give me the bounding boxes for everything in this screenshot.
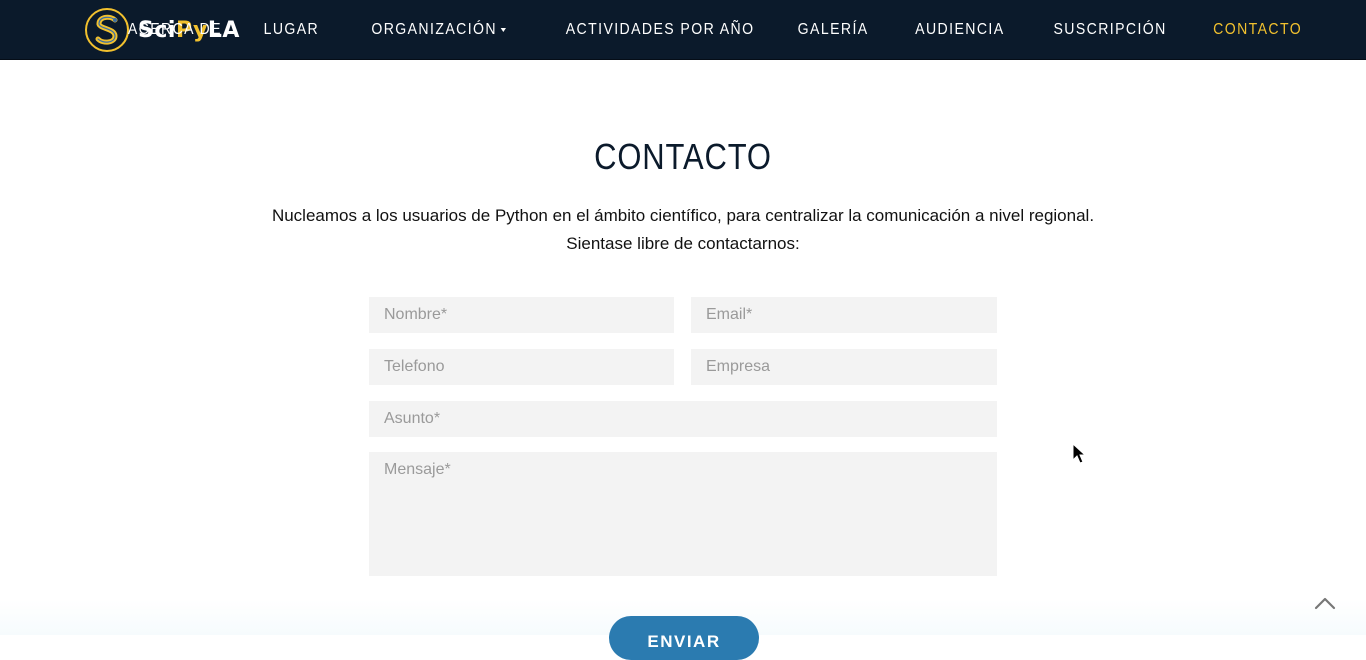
top-navbar: SciPyLA ACERCA DE LUGAR ORGANIZACIÓN ACT…	[0, 0, 1366, 60]
email-field[interactable]	[691, 297, 997, 333]
send-button[interactable]: ENVIAR	[609, 616, 759, 660]
nav-item-acerca-de[interactable]: ACERCA DE	[128, 21, 222, 39]
chevron-up-icon[interactable]	[1312, 591, 1338, 615]
nav-item-galeria[interactable]: GALERÍA	[798, 21, 869, 39]
company-field[interactable]	[691, 349, 997, 385]
nav-item-actividades-por-ano[interactable]: ACTIVIDADES POR AÑO	[565, 21, 754, 39]
name-field[interactable]	[369, 297, 674, 333]
mouse-cursor-icon	[1072, 443, 1087, 464]
nav-item-organizacion[interactable]: ORGANIZACIÓN	[371, 21, 506, 39]
nav-item-lugar[interactable]: LUGAR	[263, 21, 319, 39]
intro-text: Nucleamos a los usuarios de Python en el…	[0, 202, 1366, 258]
page-title: CONTACTO	[594, 136, 772, 177]
intro-line-1: Nucleamos a los usuarios de Python en el…	[271, 206, 1095, 225]
nav-item-audiencia[interactable]: AUDIENCIA	[915, 21, 1004, 39]
main-nav-menu: ACERCA DE LUGAR ORGANIZACIÓN ACTIVIDADES…	[81, 0, 1302, 60]
subject-field[interactable]	[369, 401, 997, 437]
intro-line-2: Sientase libre de contactarnos:	[566, 234, 800, 253]
nav-item-contacto[interactable]: CONTACTO	[1213, 21, 1302, 39]
nav-item-suscripcion[interactable]: SUSCRIPCIÓN	[1054, 21, 1167, 39]
phone-field[interactable]	[369, 349, 674, 385]
message-field[interactable]	[369, 452, 997, 576]
caret-down-icon	[500, 28, 506, 32]
